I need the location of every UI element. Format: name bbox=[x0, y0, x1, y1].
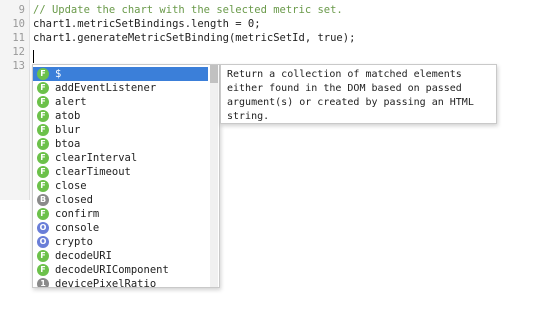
autocomplete-item-label: addEventListener bbox=[55, 82, 157, 94]
line-number: 12 bbox=[12, 46, 25, 58]
autocomplete-item[interactable]: Fbtoa bbox=[33, 137, 208, 151]
line-number: 13 bbox=[12, 60, 25, 72]
autocomplete-item-label: console bbox=[55, 222, 100, 234]
scrollbar-thumb[interactable] bbox=[210, 65, 218, 83]
documentation-tooltip: Return a collection of matched elements … bbox=[220, 64, 497, 124]
kind-badge-icon: F bbox=[37, 82, 49, 94]
autocomplete-item-label: clearTimeout bbox=[55, 166, 131, 178]
autocomplete-item[interactable]: F $ bbox=[33, 67, 208, 81]
autocomplete-item[interactable]: FclearInterval bbox=[33, 151, 208, 165]
autocomplete-item-label: blur bbox=[55, 124, 81, 136]
autocomplete-item-label: devicePixelRatio bbox=[55, 278, 157, 288]
autocomplete-item-label: decodeURI bbox=[55, 250, 112, 262]
line-number: 9 bbox=[18, 4, 25, 16]
kind-badge-icon: O bbox=[37, 236, 49, 248]
kind-badge-icon: F bbox=[37, 250, 49, 262]
kind-badge-icon: F bbox=[37, 152, 49, 164]
autocomplete-item[interactable]: FclearTimeout bbox=[33, 165, 208, 179]
kind-badge-icon: F bbox=[37, 68, 49, 80]
autocomplete-item[interactable]: Fatob bbox=[33, 109, 208, 123]
kind-badge-icon: 1 bbox=[37, 278, 49, 287]
code-comment: // Update the chart with the selected me… bbox=[33, 4, 343, 16]
kind-badge-icon: O bbox=[37, 222, 49, 234]
tooltip-text: Return a collection of matched elements … bbox=[227, 69, 474, 122]
autocomplete-item[interactable]: Oconsole bbox=[33, 221, 208, 235]
kind-badge-icon: B bbox=[37, 194, 49, 206]
kind-badge-icon: F bbox=[37, 180, 49, 192]
autocomplete-item[interactable]: 1 devicePixelRatio bbox=[33, 277, 208, 288]
autocomplete-item-label: decodeURIComponent bbox=[55, 264, 169, 276]
kind-badge-icon: F bbox=[37, 96, 49, 108]
autocomplete-item-label: confirm bbox=[55, 208, 100, 220]
kind-badge-icon: F bbox=[37, 110, 49, 122]
line-number: 11 bbox=[12, 32, 25, 44]
autocomplete-item[interactable]: Bclosed bbox=[33, 193, 208, 207]
autocomplete-item[interactable]: FdecodeURIComponent bbox=[33, 263, 208, 277]
autocomplete-item[interactable]: Falert bbox=[33, 95, 208, 109]
autocomplete-item-label: btoa bbox=[55, 138, 81, 150]
line-number: 10 bbox=[12, 18, 25, 30]
kind-badge-icon: F bbox=[37, 166, 49, 178]
kind-badge-icon: F bbox=[37, 124, 49, 136]
kind-badge-icon: F bbox=[37, 138, 49, 150]
text-cursor bbox=[33, 50, 34, 63]
autocomplete-item-label: atob bbox=[55, 110, 81, 122]
autocomplete-item[interactable]: Fblur bbox=[33, 123, 208, 137]
autocomplete-item[interactable]: Fconfirm bbox=[33, 207, 208, 221]
code-text: chart1.generateMetricSetBinding(metricSe… bbox=[33, 32, 356, 44]
autocomplete-item-label: $ bbox=[55, 68, 62, 80]
autocomplete-scrollbar[interactable] bbox=[210, 65, 218, 287]
autocomplete-item[interactable]: Ocrypto bbox=[33, 235, 208, 249]
kind-badge-icon: F bbox=[37, 264, 49, 276]
autocomplete-item-label: crypto bbox=[55, 236, 93, 248]
autocomplete-item-label: alert bbox=[55, 96, 87, 108]
autocomplete-list[interactable]: F $ FaddEventListener Falert Fatob Fblur Fbtoa… bbox=[32, 64, 220, 288]
autocomplete-item-label: close bbox=[55, 180, 87, 192]
kind-badge-icon: F bbox=[37, 208, 49, 220]
autocomplete-item[interactable]: Fclose bbox=[33, 179, 208, 193]
autocomplete-item[interactable]: FaddEventListener bbox=[33, 81, 208, 95]
autocomplete-item[interactable]: FdecodeURI bbox=[33, 249, 208, 263]
code-text: chart1.metricSetBindings.length = 0; bbox=[33, 18, 261, 30]
autocomplete-item-label: closed bbox=[55, 194, 93, 206]
autocomplete-item-label: clearInterval bbox=[55, 152, 138, 164]
